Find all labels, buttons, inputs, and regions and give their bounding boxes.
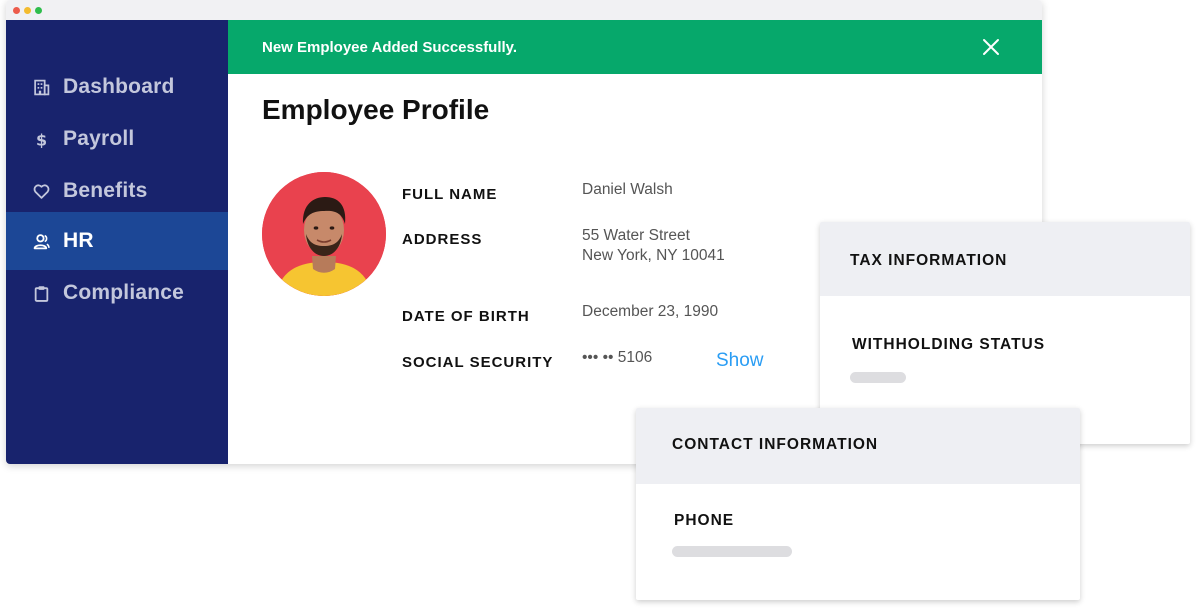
close-window-button[interactable] (13, 7, 20, 14)
date-of-birth-value: December 23, 1990 (582, 303, 719, 320)
withholding-status-label: WITHHOLDING STATUS (852, 336, 1046, 353)
sidebar-item-label: Payroll (63, 127, 135, 150)
address-line-1: 55 Water Street (582, 227, 690, 244)
show-ssn-link[interactable]: Show (716, 350, 764, 372)
social-security-value: ••• •• 5106 (582, 349, 653, 366)
svg-text:$: $ (35, 131, 46, 148)
contact-information-card: CONTACT INFORMATION PHONE (636, 408, 1080, 600)
sidebar-item-dashboard[interactable]: Dashboard (6, 58, 228, 116)
close-icon[interactable] (982, 38, 1000, 56)
banner-message: New Employee Added Successfully. (262, 38, 518, 56)
users-icon (32, 232, 50, 250)
card-header: CONTACT INFORMATION (636, 408, 1080, 484)
date-of-birth-label: DATE OF BIRTH (402, 308, 530, 325)
full-name-label: FULL NAME (402, 186, 498, 203)
sidebar-item-label: Benefits (63, 179, 148, 202)
minimize-window-button[interactable] (24, 7, 31, 14)
heart-icon (32, 182, 50, 200)
address-label: ADDRESS (402, 231, 483, 248)
withholding-status-placeholder (850, 372, 906, 383)
sidebar-item-label: Compliance (63, 281, 185, 304)
address-line-2: New York, NY 10041 (582, 247, 725, 264)
contact-card-title: CONTACT INFORMATION (672, 436, 879, 453)
full-name-value: Daniel Walsh (582, 181, 673, 198)
maximize-window-button[interactable] (35, 7, 42, 14)
clipboard-icon (32, 284, 50, 302)
sidebar-item-label: HR (63, 229, 94, 252)
phone-placeholder (672, 546, 792, 557)
window-titlebar (6, 0, 1042, 20)
phone-label: PHONE (674, 512, 735, 529)
success-banner: New Employee Added Successfully. (228, 20, 1042, 74)
avatar (262, 172, 386, 296)
dollar-icon: $ (32, 130, 50, 148)
card-header: TAX INFORMATION (820, 222, 1190, 296)
sidebar-item-hr[interactable]: HR (6, 212, 228, 270)
page-title: Employee Profile (262, 94, 490, 125)
sidebar: Dashboard $ Payroll Benefits HR Complian… (6, 20, 228, 464)
sidebar-item-payroll[interactable]: $ Payroll (6, 110, 228, 168)
building-icon (32, 78, 50, 96)
social-security-label: SOCIAL SECURITY (402, 354, 554, 371)
sidebar-item-compliance[interactable]: Compliance (6, 264, 228, 322)
tax-card-title: TAX INFORMATION (850, 252, 1008, 269)
sidebar-item-label: Dashboard (63, 75, 175, 98)
